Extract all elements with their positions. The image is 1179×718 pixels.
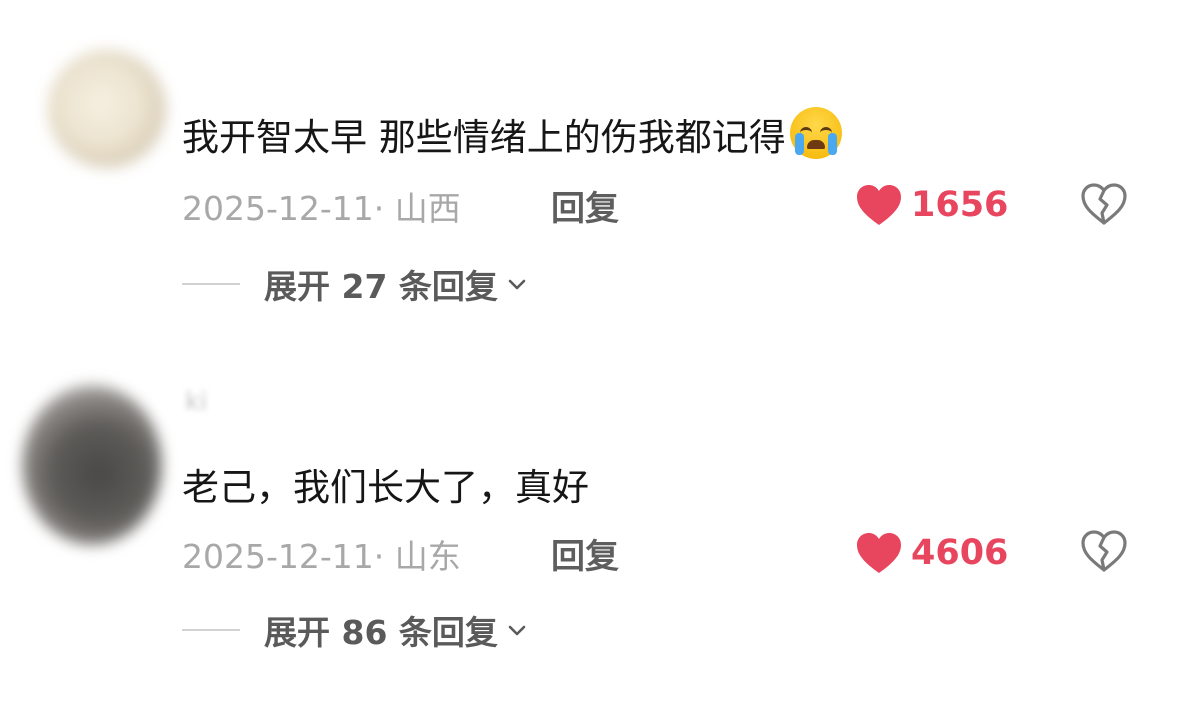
comment-date: 2025-12-11 xyxy=(182,189,374,228)
comment-text: 我开智太早 那些情绪上的伤我都记得 xyxy=(182,107,842,161)
like-button[interactable]: 4606 xyxy=(855,531,1008,575)
heart-icon xyxy=(857,533,901,573)
divider-line xyxy=(182,629,240,631)
avatar[interactable] xyxy=(48,50,166,168)
comment-text-content: 我开智太早 那些情绪上的伤我都记得 xyxy=(182,116,786,159)
comment-item: 我开智太早 那些情绪上的伤我都记得 2025-12-11· 山西 回复 1656… xyxy=(0,0,1179,345)
broken-heart-icon[interactable] xyxy=(1080,529,1128,573)
reply-button[interactable]: 回复 xyxy=(551,529,619,578)
comment-location: · 山东 xyxy=(373,537,461,576)
reply-button[interactable]: 回复 xyxy=(551,181,619,230)
comment-location: · 山西 xyxy=(373,189,461,228)
comment-text: 老己，我们长大了，真好 xyxy=(182,466,589,509)
heart-icon xyxy=(857,185,901,225)
expand-replies-button[interactable]: 展开 86 条回复 xyxy=(182,610,528,652)
comment-item: ki 老己，我们长大了，真好 2025-12-11· 山东 回复 4606 展开… xyxy=(0,345,1179,718)
avatar[interactable] xyxy=(22,385,162,545)
like-count: 4606 xyxy=(911,533,1009,573)
expand-replies-button[interactable]: 展开 27 条回复 xyxy=(182,264,528,306)
divider-line xyxy=(182,283,240,285)
chevron-down-icon xyxy=(508,279,526,290)
username[interactable]: ki xyxy=(185,387,207,417)
comment-date: 2025-12-11 xyxy=(182,537,374,576)
comment-meta: 2025-12-11· 山东 xyxy=(182,530,461,578)
comment-meta: 2025-12-11· 山西 xyxy=(182,182,461,230)
chevron-down-icon xyxy=(508,625,526,636)
expand-replies-label: 展开 27 条回复 xyxy=(264,267,498,306)
like-count: 1656 xyxy=(911,185,1009,225)
expand-replies-label: 展开 86 条回复 xyxy=(264,613,498,652)
loudly-crying-face-icon xyxy=(789,107,842,159)
broken-heart-icon[interactable] xyxy=(1080,182,1128,226)
like-button[interactable]: 1656 xyxy=(855,183,1008,227)
